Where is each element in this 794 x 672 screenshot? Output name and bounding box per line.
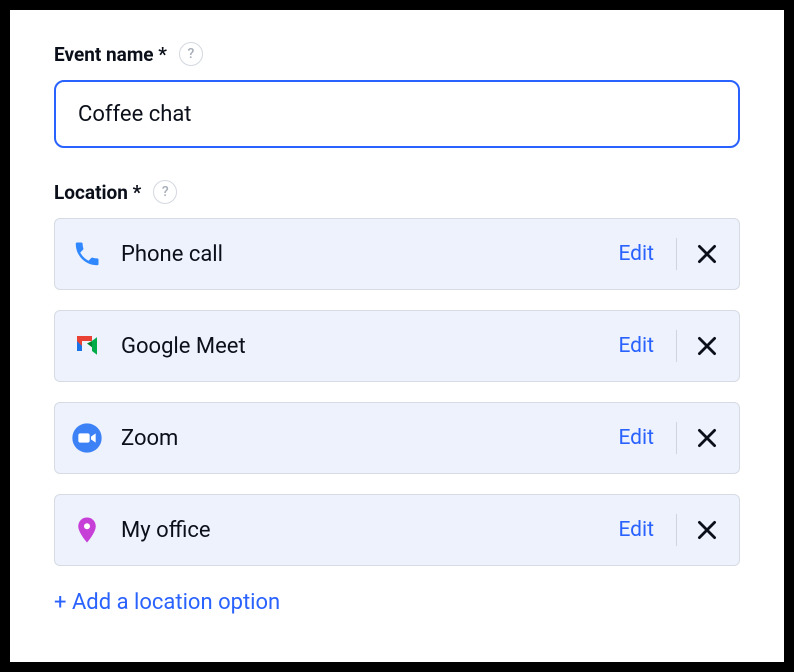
map-pin-icon xyxy=(71,514,103,546)
remove-button[interactable] xyxy=(693,240,721,268)
location-label: Location * ? xyxy=(54,180,740,204)
remove-button[interactable] xyxy=(693,424,721,452)
edit-button[interactable]: Edit xyxy=(614,334,658,358)
location-label-text: Location * xyxy=(54,181,141,204)
event-form: Event name * ? Location * ? Phone call E… xyxy=(0,0,794,672)
location-label-google-meet: Google Meet xyxy=(121,334,614,359)
edit-button[interactable]: Edit xyxy=(614,242,658,266)
event-name-label-text: Event name * xyxy=(54,43,167,66)
phone-icon xyxy=(71,238,103,270)
divider xyxy=(676,514,677,546)
event-name-input[interactable] xyxy=(54,80,740,148)
location-list: Phone call Edit Google Meet Edit xyxy=(54,218,740,566)
remove-button[interactable] xyxy=(693,332,721,360)
google-meet-icon xyxy=(71,330,103,362)
location-label-zoom: Zoom xyxy=(121,426,614,451)
divider xyxy=(676,422,677,454)
location-label-phone: Phone call xyxy=(121,242,614,267)
location-row-office: My office Edit xyxy=(54,494,740,566)
location-row-phone: Phone call Edit xyxy=(54,218,740,290)
edit-button[interactable]: Edit xyxy=(614,518,658,542)
remove-button[interactable] xyxy=(693,516,721,544)
add-location-button[interactable]: + Add a location option xyxy=(54,590,280,615)
location-row-google-meet: Google Meet Edit xyxy=(54,310,740,382)
zoom-icon xyxy=(71,422,103,454)
help-icon[interactable]: ? xyxy=(153,180,177,204)
edit-button[interactable]: Edit xyxy=(614,426,658,450)
event-name-label: Event name * ? xyxy=(54,42,740,66)
help-icon[interactable]: ? xyxy=(179,42,203,66)
location-label-office: My office xyxy=(121,518,614,543)
divider xyxy=(676,330,677,362)
divider xyxy=(676,238,677,270)
location-row-zoom: Zoom Edit xyxy=(54,402,740,474)
